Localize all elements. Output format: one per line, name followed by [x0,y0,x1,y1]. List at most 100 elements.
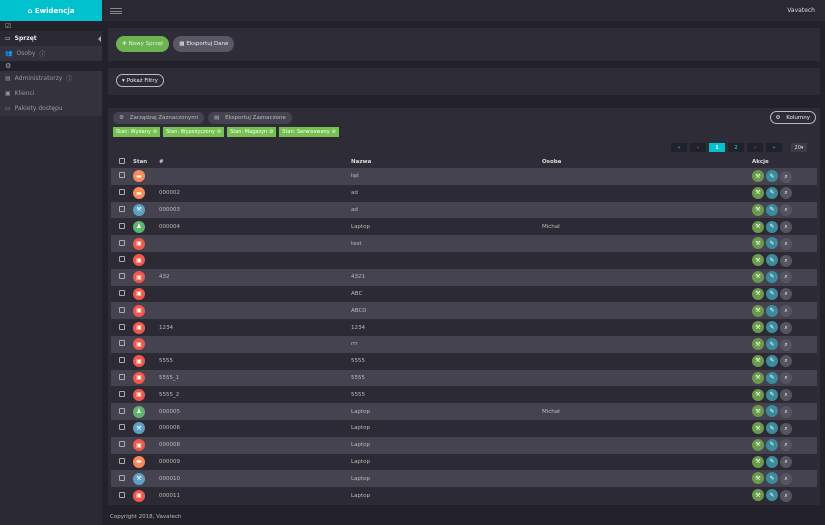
table-row[interactable]: ♟ 000005 Laptop Michał ⚒ ✎ ⌕ [111,403,817,420]
row-checkbox[interactable] [119,441,125,448]
next-page-button[interactable]: › [747,143,763,152]
export-data-button[interactable]: ▦ Eksportuj Dane [173,36,235,52]
page-1-button[interactable]: 1 [709,143,725,152]
sidebar-item-osoby[interactable]: 👥 Osoby ⓘ [0,46,102,61]
edit-pencil-icon[interactable]: ✎ [766,455,778,468]
service-wrench-icon[interactable]: ⚒ [752,270,764,283]
view-search-icon[interactable]: ⌕ [780,389,792,401]
service-wrench-icon[interactable]: ⚒ [752,186,764,199]
manage-selected-button[interactable]: ⚙ Zarządzaj Zaznaczonymi [113,112,205,124]
col-num[interactable]: # [159,155,351,168]
edit-pencil-icon[interactable]: ✎ [766,354,778,367]
row-checkbox[interactable] [119,323,125,330]
service-wrench-icon[interactable]: ⚒ [752,338,764,351]
view-search-icon[interactable]: ⌕ [780,254,792,267]
service-wrench-icon[interactable]: ⚒ [752,405,764,418]
service-wrench-icon[interactable]: ⚒ [752,203,764,216]
table-row[interactable]: ▣ ABC ⚒ ✎ ⌕ [111,285,817,303]
table-row[interactable]: ⚒ 000003 ad ⚒ ✎ ⌕ [111,201,817,219]
col-stan[interactable]: Stan [133,155,159,168]
service-wrench-icon[interactable]: ⚒ [752,321,764,334]
brand[interactable]: ⌂ Ewidencja [0,0,102,21]
row-checkbox[interactable] [119,407,125,414]
remove-icon[interactable]: ⊘ [269,129,273,135]
filter-tag[interactable]: Stan: Magazyn ⊘ [227,127,277,137]
sidebar-item-pakiety[interactable]: ▭ Pakiety dostępu [0,101,102,116]
service-wrench-icon[interactable]: ⚒ [752,472,764,485]
page-2-button[interactable]: 2 [728,143,744,152]
edit-pencil-icon[interactable]: ✎ [766,405,778,418]
edit-pencil-icon[interactable]: ✎ [766,254,778,267]
table-row[interactable]: ▣ 432 4321 ⚒ ✎ ⌕ [111,268,817,286]
row-checkbox[interactable] [119,474,125,481]
service-wrench-icon[interactable]: ⚒ [752,388,764,401]
edit-pencil-icon[interactable]: ✎ [766,220,778,233]
service-wrench-icon[interactable]: ⚒ [752,170,764,183]
row-checkbox[interactable] [119,373,125,380]
col-nazwa[interactable]: Nazwa [351,155,542,168]
view-search-icon[interactable]: ⌕ [780,456,792,469]
row-checkbox[interactable] [119,357,125,364]
row-checkbox[interactable] [119,256,125,263]
view-search-icon[interactable]: ⌕ [780,355,792,368]
filter-tag[interactable]: Stan: Wypożyczony ⊘ [163,127,225,137]
view-search-icon[interactable]: ⌕ [780,187,792,200]
view-search-icon[interactable]: ⌕ [780,271,792,284]
view-search-icon[interactable]: ⌕ [780,422,792,435]
table-row[interactable]: ▣ 000008 Laptop ⚒ ✎ ⌕ [111,436,817,454]
view-search-icon[interactable]: ⌕ [780,489,792,502]
sidebar-item-administratorzy[interactable]: ▤ Administratorzy ⓘ [0,71,102,86]
view-search-icon[interactable]: ⌕ [780,237,792,250]
table-row[interactable]: ▣ 5555_1 5555 ⚒ ✎ ⌕ [111,369,817,387]
table-row[interactable]: ▬ łąś ⚒ ✎ ⌕ [111,168,817,185]
remove-icon[interactable]: ⊘ [332,129,336,135]
remove-icon[interactable]: ⊘ [153,129,157,135]
edit-pencil-icon[interactable]: ✎ [766,338,778,351]
page-size-select[interactable]: 20 ▾ [791,143,807,152]
edit-pencil-icon[interactable]: ✎ [766,438,778,451]
edit-pencil-icon[interactable]: ✎ [766,422,778,435]
table-row[interactable]: ▬ 000002 ad ⚒ ✎ ⌕ [111,184,817,202]
service-wrench-icon[interactable]: ⚒ [752,438,764,451]
table-row[interactable]: ▣ 5555_2 5555 ⚒ ✎ ⌕ [111,386,817,404]
service-wrench-icon[interactable]: ⚒ [752,371,764,384]
row-checkbox[interactable] [119,205,125,212]
sidebar-item-klienci[interactable]: ▣ Klienci [0,86,102,101]
remove-icon[interactable]: ⊘ [217,129,221,135]
table-row[interactable]: ▣ 000011 Laptop ⚒ ✎ ⌕ [111,487,817,504]
edit-pencil-icon[interactable]: ✎ [766,489,778,502]
table-row[interactable]: ⚒ 000006 Laptop ⚒ ✎ ⌕ [111,419,817,437]
row-checkbox[interactable] [119,289,125,296]
new-equipment-button[interactable]: ✚ Nowy Sprzęt [116,36,170,52]
row-checkbox[interactable] [119,457,125,464]
row-checkbox[interactable] [119,390,125,397]
table-row[interactable]: ⚒ 000010 Laptop ⚒ ✎ ⌕ [111,470,817,488]
edit-pencil-icon[interactable]: ✎ [766,371,778,384]
prev-page-button[interactable]: ‹ [690,143,706,152]
table-row[interactable]: ▣ ⚒ ✎ ⌕ [111,251,817,269]
edit-pencil-icon[interactable]: ✎ [766,186,778,199]
view-search-icon[interactable]: ⌕ [780,288,792,301]
table-row[interactable]: ▣ test ⚒ ✎ ⌕ [111,235,817,252]
row-checkbox[interactable] [119,189,125,196]
sidebar-item-sprzet[interactable]: ▭ Sprzęt [0,31,102,46]
view-search-icon[interactable]: ⌕ [780,204,792,217]
service-wrench-icon[interactable]: ⚒ [752,237,764,250]
table-row[interactable]: ▣ ABCD ⚒ ✎ ⌕ [111,302,817,320]
show-filters-button[interactable]: ▾ Pokaż Filtry [116,74,164,87]
export-selected-button[interactable]: ▤ Eksportuj Zaznaczone [208,112,292,124]
edit-pencil-icon[interactable]: ✎ [766,203,778,216]
service-wrench-icon[interactable]: ⚒ [752,455,764,468]
edit-pencil-icon[interactable]: ✎ [766,321,778,334]
edit-pencil-icon[interactable]: ✎ [766,287,778,300]
service-wrench-icon[interactable]: ⚒ [752,304,764,317]
row-checkbox[interactable] [119,306,125,313]
table-row[interactable]: ♟ 000004 Laptop Michał ⚒ ✎ ⌕ [111,218,817,236]
edit-pencil-icon[interactable]: ✎ [766,170,778,183]
row-checkbox[interactable] [119,222,125,229]
view-search-icon[interactable]: ⌕ [780,338,792,351]
table-row[interactable]: ▣ 5555 5555 ⚒ ✎ ⌕ [111,352,817,370]
row-checkbox[interactable] [119,273,125,280]
view-search-icon[interactable]: ⌕ [780,439,792,452]
service-wrench-icon[interactable]: ⚒ [752,254,764,267]
